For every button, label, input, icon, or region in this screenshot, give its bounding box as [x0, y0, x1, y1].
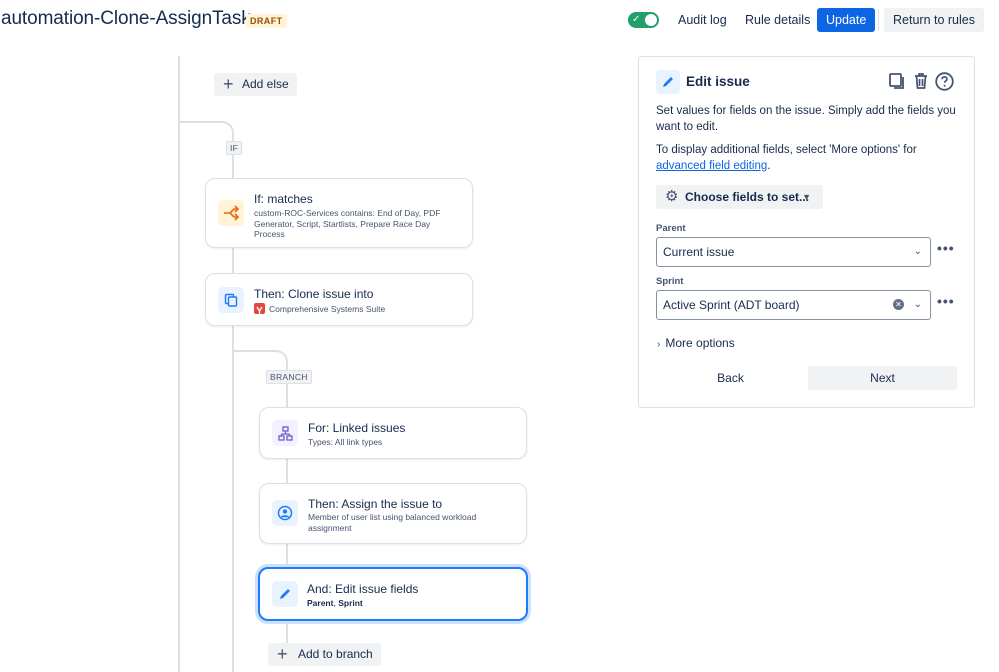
update-button[interactable]: Update	[817, 8, 876, 32]
plus-icon: +	[277, 644, 288, 664]
project-avatar-icon	[254, 303, 265, 314]
rule-enabled-toggle[interactable]: ✓	[628, 12, 659, 28]
header-divider	[878, 9, 879, 31]
rule-title: automation-Clone-AssignTask	[1, 8, 251, 29]
flow-line-if-curve	[178, 121, 234, 141]
check-icon: ✓	[632, 14, 641, 25]
choose-fields-label: Choose fields to set...	[685, 190, 810, 204]
next-button[interactable]: Next	[808, 366, 957, 390]
more-options-label: More options	[665, 336, 735, 350]
chevron-down-icon: ▼	[802, 192, 811, 202]
card-title: And: Edit issue fields	[307, 582, 419, 596]
chevron-down-icon: ⌄	[913, 299, 922, 310]
panel-title: Edit issue	[686, 74, 750, 89]
parent-more-actions-icon[interactable]: •••	[937, 240, 955, 256]
sprint-select[interactable]: Active Sprint (ADT board) ✕ ⌄	[656, 290, 931, 320]
toggle-knob	[645, 14, 657, 26]
add-to-branch-label: Add to branch	[298, 647, 373, 661]
card-subtitle: Types: All link types	[308, 437, 383, 447]
add-to-branch-button[interactable]: + Add to branch	[268, 643, 381, 666]
parent-select-value: Current issue	[663, 245, 735, 259]
sprint-more-actions-icon[interactable]: •••	[937, 293, 955, 309]
choose-fields-button[interactable]: ⚙ Choose fields to set... ▼	[656, 185, 823, 209]
if-label: IF	[226, 141, 243, 155]
hierarchy-icon	[272, 420, 298, 446]
card-subtitle: custom-ROC-Services contains: End of Day…	[254, 208, 441, 239]
flow-line-main	[178, 56, 180, 672]
duplicate-icon[interactable]	[888, 72, 906, 95]
condition-card-if-matches[interactable]: If: matches custom-ROC-Services contains…	[205, 178, 473, 248]
card-subtitle: Comprehensive Systems Suite	[269, 304, 386, 314]
parent-select[interactable]: Current issue ⌄	[656, 237, 931, 267]
parent-field-label: Parent	[656, 223, 686, 234]
pencil-icon	[656, 70, 680, 94]
return-to-rules-button[interactable]: Return to rules	[884, 8, 984, 32]
chevron-right-icon: ›	[657, 339, 661, 350]
card-title: If: matches	[254, 192, 313, 206]
panel-description: Set values for fields on the issue. Simp…	[656, 105, 956, 133]
delete-icon[interactable]	[912, 72, 930, 95]
flow-line-branch-curve	[232, 350, 288, 370]
copy-icon	[218, 287, 244, 313]
hint-suffix: .	[767, 159, 771, 172]
chevron-down-icon: ⌄	[913, 246, 922, 257]
rule-details-button[interactable]: Rule details	[737, 8, 818, 32]
card-title: Then: Clone issue into	[254, 287, 374, 301]
more-options-toggle[interactable]: › More options	[657, 336, 735, 350]
advanced-field-editing-link[interactable]: advanced field editing	[656, 160, 767, 172]
add-else-button[interactable]: + Add else	[214, 73, 297, 96]
help-icon[interactable]	[935, 72, 954, 96]
sprint-field-label: Sprint	[656, 276, 684, 287]
card-subtitle: Member of user list using balanced workl…	[308, 512, 477, 533]
sprint-select-value: Active Sprint (ADT board)	[663, 298, 800, 312]
panel-hint: To display additional fields, select 'Mo…	[656, 143, 961, 174]
subtitle-sprint: Sprint	[338, 598, 363, 608]
card-subtitle: Parent, Sprint	[307, 598, 363, 609]
draft-badge: DRAFT	[246, 14, 287, 28]
gear-icon: ⚙	[665, 188, 679, 205]
back-button[interactable]: Back	[656, 366, 805, 390]
audit-log-button[interactable]: Audit log	[670, 8, 735, 32]
branch-label: BRANCH	[266, 370, 312, 384]
hint-text: To display additional fields, select 'Mo…	[656, 144, 917, 156]
subtitle-parent: Parent	[307, 598, 334, 608]
pencil-icon	[272, 581, 298, 607]
user-icon	[272, 500, 298, 526]
action-card-edit-issue-fields[interactable]: And: Edit issue fields Parent, Sprint	[258, 567, 528, 621]
branch-card-linked-issues[interactable]: For: Linked issues Types: All link types	[259, 407, 527, 459]
plus-icon: +	[223, 74, 234, 94]
clear-selection-icon[interactable]: ✕	[893, 299, 904, 310]
add-else-label: Add else	[242, 77, 289, 91]
card-title: Then: Assign the issue to	[308, 497, 443, 511]
card-title: For: Linked issues	[308, 421, 406, 435]
action-card-clone-issue[interactable]: Then: Clone issue into Comprehensive Sys…	[205, 273, 473, 326]
branch-condition-icon	[218, 200, 244, 226]
action-card-assign-issue[interactable]: Then: Assign the issue to Member of user…	[259, 483, 527, 544]
